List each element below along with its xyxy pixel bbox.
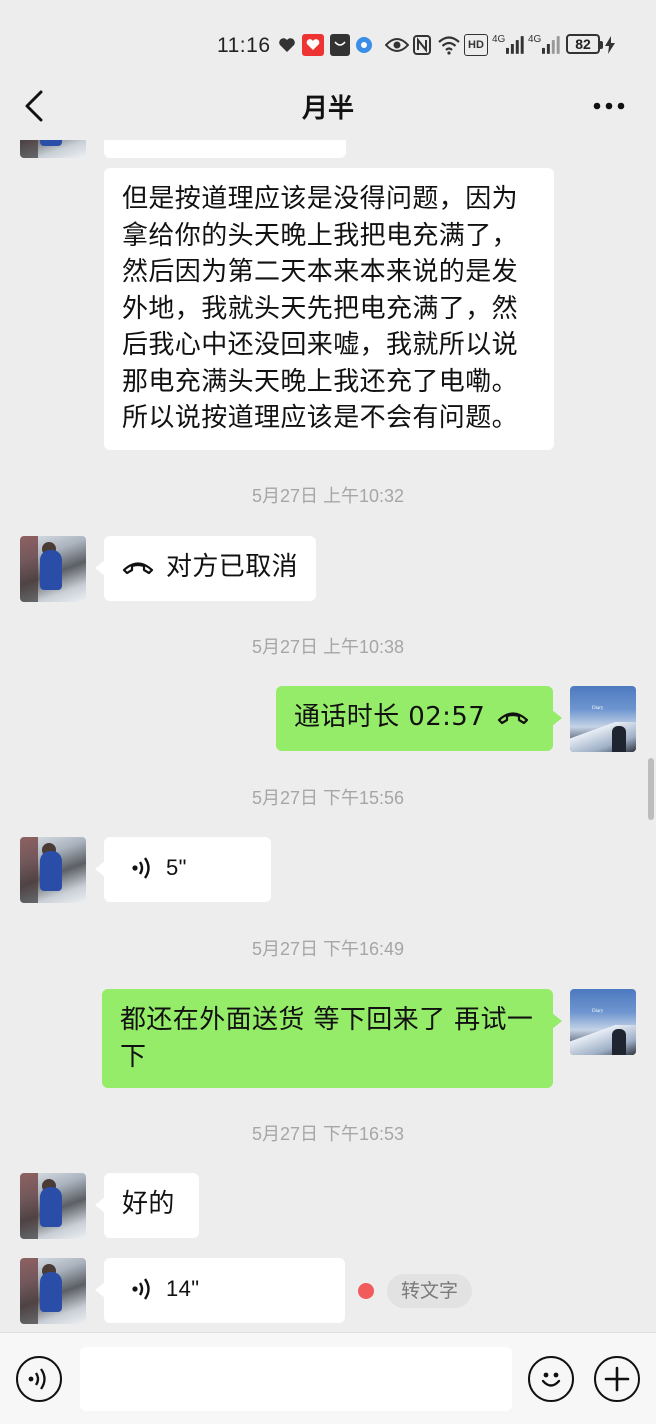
emoji-button[interactable] [528,1356,574,1402]
voice-message-bubble[interactable]: 14" [95,1258,345,1323]
unread-dot [358,1283,374,1299]
voice-duration: 5" [166,855,187,880]
message-text: 都还在外面送货 等下回来了 再试一下 [120,1005,534,1072]
call-duration-text: 通话时长 02:57 [294,702,486,732]
timestamp: 5月27日 下午16:49 [251,939,405,959]
friend-avatar[interactable] [20,1173,86,1239]
status-time: 11:16 [217,34,271,57]
friend-avatar[interactable] [20,536,86,602]
emoji-icon [541,1372,561,1387]
heart-icon [278,34,296,56]
app-notification-icon [302,34,324,56]
charging-icon [604,34,616,56]
timestamp: 5月27日 下午16:53 [251,1124,405,1144]
more-dots-icon [593,102,625,110]
message-bubble-text[interactable]: 好的 [95,1173,199,1238]
friend-avatar[interactable] [20,837,86,903]
message-text: 但是按道理应该是没得问题，因为拿给你的头天晚上我把电充满了，然后因为第二天本来本… [122,184,519,433]
plus-icon [604,1366,630,1392]
browser-icon [354,34,374,56]
message-bubble-text[interactable]: 但是按道理应该是没得问题，因为拿给你的头天晚上我把电充满了，然后因为第二天本来本… [104,168,554,450]
message-list[interactable]: 但是按道理应该是没得问题，因为拿给你的头天晚上我把电充满了，然后因为第二天本来本… [0,140,656,1332]
nfc-icon [412,34,432,56]
timestamp: 5月27日 上午10:38 [251,637,405,657]
phone-hangup-icon [122,562,154,575]
network-2-label: 4G [528,34,542,45]
network-1-label: 4G [492,34,506,45]
chat-title: 月半 [301,94,354,124]
voice-mode-icon [28,1368,46,1390]
voice-message-bubble[interactable]: 5" [95,837,271,902]
chat-header: 月半 [0,80,656,132]
add-button[interactable] [594,1356,640,1402]
call-bubble-self[interactable]: 通话时长 02:57 [276,686,562,751]
my-avatar[interactable]: Diary [570,989,636,1055]
voice-duration: 14" [166,1276,200,1301]
transcribe-button[interactable]: 转文字 [387,1274,473,1308]
bag-icon [330,34,350,56]
eye-icon [384,34,410,56]
message-text: 好的 [122,1189,175,1219]
friend-avatar[interactable] [20,140,86,158]
timestamp: 5月27日 下午15:56 [251,788,405,808]
voice-wave-icon [132,857,150,879]
call-bubble[interactable]: 对方已取消 [94,536,317,601]
battery-indicator: 82 [566,34,603,54]
more-button[interactable] [586,84,632,128]
signal-2-icon: 4G [528,34,560,56]
hd-label: HD [464,34,488,56]
my-avatar[interactable]: Diary [570,686,636,752]
wifi-icon [436,34,462,56]
signal-1-icon: 4G [492,34,524,56]
timestamp: 5月27日 上午10:32 [251,486,405,506]
voice-wave-icon [132,1278,150,1300]
voice-mode-button[interactable] [16,1356,62,1402]
status-bar: 11:16 HD 4G 4G 82 [0,0,656,80]
message-input[interactable] [80,1347,512,1411]
message-bubble-partial[interactable] [104,140,346,158]
friend-avatar[interactable] [20,1258,86,1324]
scrollbar[interactable] [648,758,654,820]
message-bubble-self[interactable]: 都还在外面送货 等下回来了 再试一下 [102,989,562,1088]
chat-screen: 11:16 HD 4G 4G 82 月半 但是按道理应该是没得问题，因为拿给你的… [0,0,656,1424]
call-status-text: 对方已取消 [166,552,299,582]
input-bar [0,1332,656,1424]
phone-hangup-icon [498,712,529,725]
